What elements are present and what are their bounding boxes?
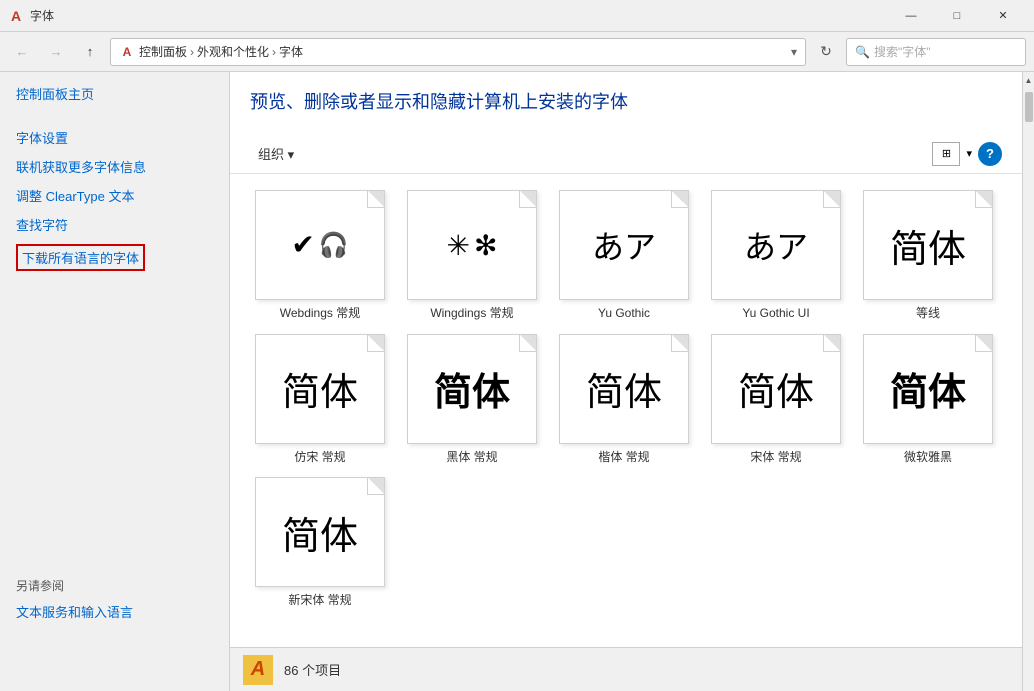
search-box[interactable]: 🔍 搜索"字体" — [846, 38, 1026, 66]
up-button[interactable]: ↑ — [76, 38, 104, 66]
address-bar: ← → ↑ A 控制面板 › 外观和个性化 › 字体 ▾ ↻ 🔍 搜索"字体" — [0, 32, 1034, 72]
toolbar-dropdown-icon[interactable]: ▾ — [966, 147, 972, 160]
font-item-webdings[interactable]: ✔🎧 Webdings 常规 — [250, 190, 390, 322]
sidebar-link-download-fonts[interactable]: 下载所有语言的字体 — [16, 244, 145, 271]
sidebar-home-link[interactable]: 控制面板主页 — [16, 84, 213, 103]
font-name-songti: 宋体 常规 — [750, 450, 801, 466]
font-preview-microsoft-yahei: 简体 — [863, 334, 993, 444]
font-grid: ✔🎧 Webdings 常规 ✳✻ Wingdings 常规 あア Yu Got… — [230, 174, 1022, 647]
back-button[interactable]: ← — [8, 38, 36, 66]
toolbar: 组织 ▾ ⊞ ▾ ? — [230, 134, 1022, 174]
see-also-title: 另请参阅 — [16, 577, 133, 594]
minimize-button[interactable]: — — [888, 0, 934, 32]
content-title: 预览、删除或者显示和隐藏计算机上安装的字体 — [250, 88, 1002, 114]
path-segment-3: 字体 — [279, 43, 303, 60]
status-bar: A 86 个项目 — [230, 647, 1022, 691]
font-preview-dengxian: 简体 — [863, 190, 993, 300]
sidebar-link-cleartype[interactable]: 调整 ClearType 文本 — [16, 186, 213, 205]
font-item-wingdings[interactable]: ✳✻ Wingdings 常规 — [402, 190, 542, 322]
font-item-yu-gothic-ui[interactable]: あア Yu Gothic UI — [706, 190, 846, 322]
font-item-dengxian[interactable]: 简体 等线 — [858, 190, 998, 322]
font-item-heiti[interactable]: 简体 黑体 常规 — [402, 334, 542, 466]
item-count: 86 个项目 — [284, 660, 341, 679]
font-item-songti[interactable]: 简体 宋体 常规 — [706, 334, 846, 466]
font-preview-yu-gothic: あア — [559, 190, 689, 300]
content-header: 预览、删除或者显示和隐藏计算机上安装的字体 — [230, 72, 1022, 134]
path-segment-2: 外观和个性化 — [197, 43, 269, 60]
forward-button[interactable]: → — [42, 38, 70, 66]
font-preview-songti: 简体 — [711, 334, 841, 444]
font-preview-kaiti: 简体 — [559, 334, 689, 444]
sidebar-link-text-services[interactable]: 文本服务和输入语言 — [16, 602, 133, 621]
content-area: 预览、删除或者显示和隐藏计算机上安装的字体 组织 ▾ ⊞ ▾ ? ✔🎧 Webd… — [230, 72, 1022, 691]
font-item-microsoft-yahei[interactable]: 简体 微软雅黑 — [858, 334, 998, 466]
font-name-microsoft-yahei: 微软雅黑 — [904, 450, 952, 466]
font-preview-webdings: ✔🎧 — [255, 190, 385, 300]
font-name-kaiti: 楷体 常规 — [598, 450, 649, 466]
refresh-button[interactable]: ↻ — [812, 38, 840, 66]
sidebar-link-font-settings[interactable]: 字体设置 — [16, 128, 213, 147]
scroll-thumb[interactable] — [1025, 92, 1033, 122]
font-item-yu-gothic[interactable]: あア Yu Gothic — [554, 190, 694, 322]
sidebar-link-online-fonts[interactable]: 联机获取更多字体信息 — [16, 157, 213, 176]
toolbar-right: ⊞ ▾ ? — [932, 142, 1002, 166]
font-name-dengxian: 等线 — [916, 306, 940, 322]
sidebar: 控制面板主页 字体设置 联机获取更多字体信息 调整 ClearType 文本 查… — [0, 72, 230, 691]
search-icon: 🔍 — [855, 45, 870, 59]
app-icon: A — [8, 8, 24, 24]
status-font-icon: A — [242, 654, 274, 686]
sidebar-link-find-char[interactable]: 查找字符 — [16, 215, 213, 234]
maximize-button[interactable]: □ — [934, 0, 980, 32]
font-a-display: A — [243, 655, 273, 685]
organize-button[interactable]: 组织 ▾ — [250, 140, 302, 167]
font-name-wingdings: Wingdings 常规 — [430, 306, 513, 322]
path-dropdown-icon[interactable]: ▾ — [791, 45, 797, 59]
address-path[interactable]: A 控制面板 › 外观和个性化 › 字体 ▾ — [110, 38, 806, 66]
scroll-up-arrow[interactable]: ▲ — [1023, 72, 1034, 88]
path-app-icon: A — [119, 44, 135, 60]
font-preview-wingdings: ✳✻ — [407, 190, 537, 300]
window-title: 字体 — [30, 7, 888, 24]
font-item-fangsong[interactable]: 简体 仿宋 常规 — [250, 334, 390, 466]
font-preview-new-songti: 简体 — [255, 477, 385, 587]
view-button[interactable]: ⊞ — [932, 142, 960, 166]
help-button[interactable]: ? — [978, 142, 1002, 166]
path-sep-1: › — [190, 45, 194, 59]
window-controls: — □ ✕ — [888, 0, 1026, 32]
font-name-yu-gothic: Yu Gothic — [598, 306, 650, 322]
path-segment-1: 控制面板 — [139, 43, 187, 60]
font-name-webdings: Webdings 常规 — [280, 306, 360, 322]
font-item-kaiti[interactable]: 简体 楷体 常规 — [554, 334, 694, 466]
path-sep-2: › — [272, 45, 276, 59]
main-layout: 控制面板主页 字体设置 联机获取更多字体信息 调整 ClearType 文本 查… — [0, 72, 1034, 691]
title-bar: A 字体 — □ ✕ — [0, 0, 1034, 32]
close-button[interactable]: ✕ — [980, 0, 1026, 32]
font-name-heiti: 黑体 常规 — [446, 450, 497, 466]
font-name-new-songti: 新宋体 常规 — [288, 593, 351, 609]
font-name-yu-gothic-ui: Yu Gothic UI — [742, 306, 809, 322]
font-preview-fangsong: 简体 — [255, 334, 385, 444]
font-item-new-songti[interactable]: 简体 新宋体 常规 — [250, 477, 390, 609]
font-preview-heiti: 简体 — [407, 334, 537, 444]
right-scrollbar[interactable]: ▲ — [1022, 72, 1034, 691]
font-name-fangsong: 仿宋 常规 — [294, 450, 345, 466]
font-preview-yu-gothic-ui: あア — [711, 190, 841, 300]
search-placeholder: 搜索"字体" — [874, 43, 931, 60]
